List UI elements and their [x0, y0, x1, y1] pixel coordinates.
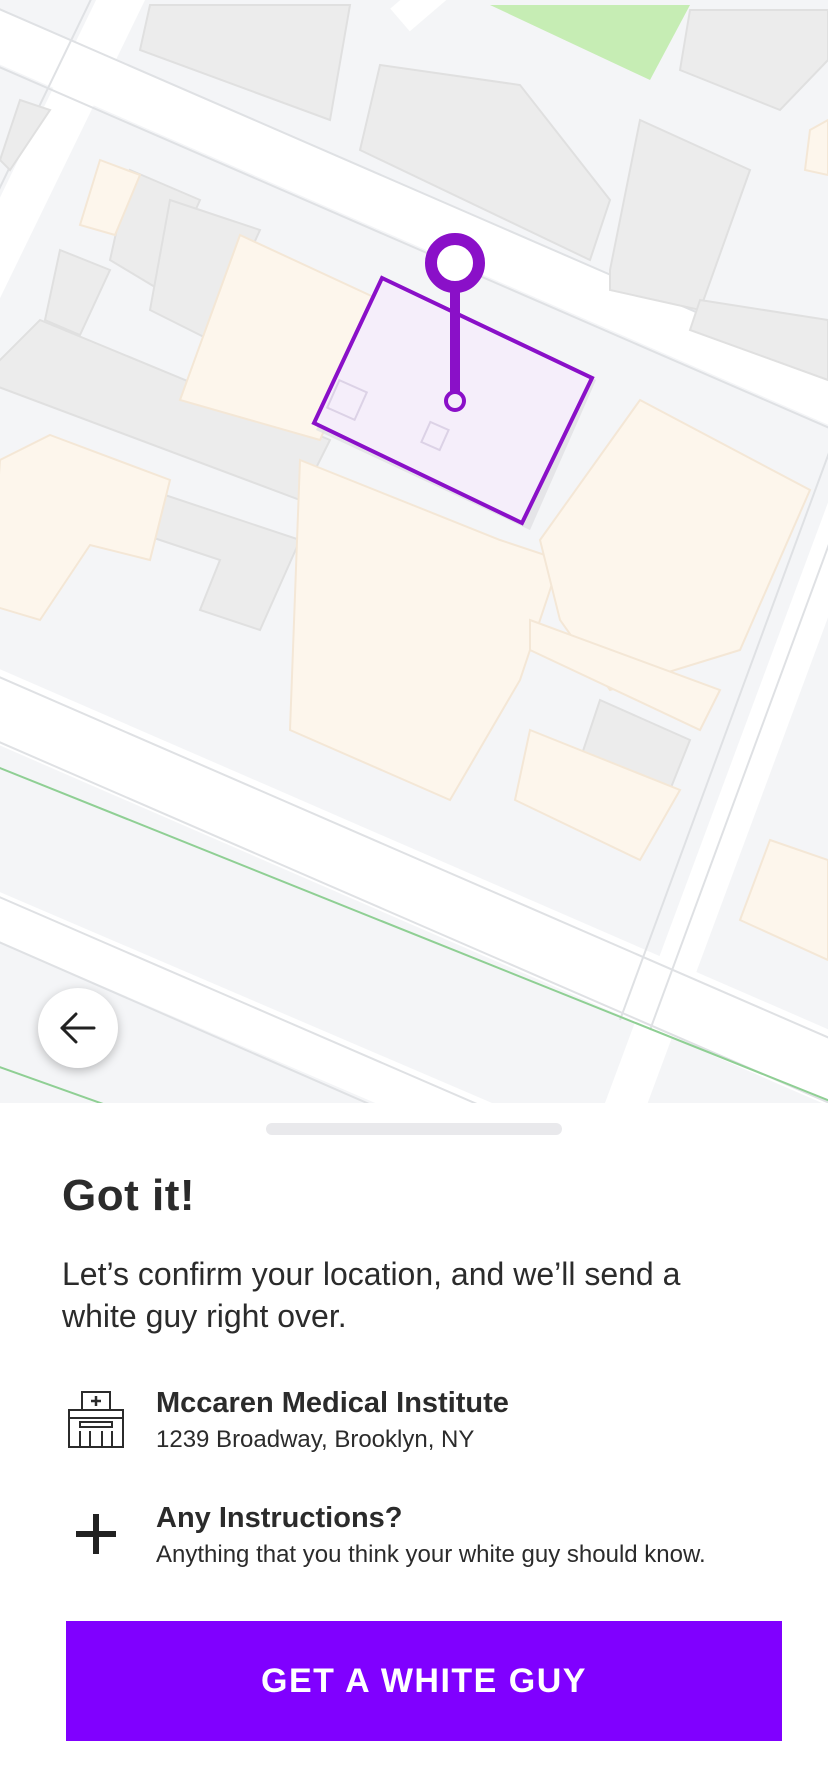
get-a-white-guy-button[interactable]: GET A WHITE GUY	[66, 1621, 782, 1741]
hospital-building-icon	[62, 1385, 130, 1453]
location-address: 1239 Broadway, Brooklyn, NY	[156, 1426, 475, 1453]
instructions-row[interactable]: Any Instructions? Anything that you thin…	[62, 1500, 782, 1572]
sheet-subtitle: Let’s confirm your location, and we’ll s…	[62, 1256, 681, 1334]
map-canvas[interactable]	[0, 0, 828, 1103]
back-button[interactable]	[38, 988, 118, 1068]
bottom-sheet: Got it! Let’s confirm your location, and…	[0, 1103, 828, 1792]
location-row[interactable]: Mccaren Medical Institute 1239 Broadway,…	[62, 1385, 782, 1457]
sheet-title: Got it!	[62, 1171, 196, 1220]
arrow-left-icon	[60, 1012, 96, 1044]
map-view[interactable]	[0, 0, 828, 1103]
location-name: Mccaren Medical Institute	[156, 1387, 509, 1419]
plus-icon	[62, 1500, 130, 1568]
instructions-title: Any Instructions?	[156, 1502, 403, 1534]
instructions-hint: Anything that you think your white guy s…	[156, 1541, 706, 1568]
sheet-drag-handle[interactable]	[266, 1123, 562, 1135]
